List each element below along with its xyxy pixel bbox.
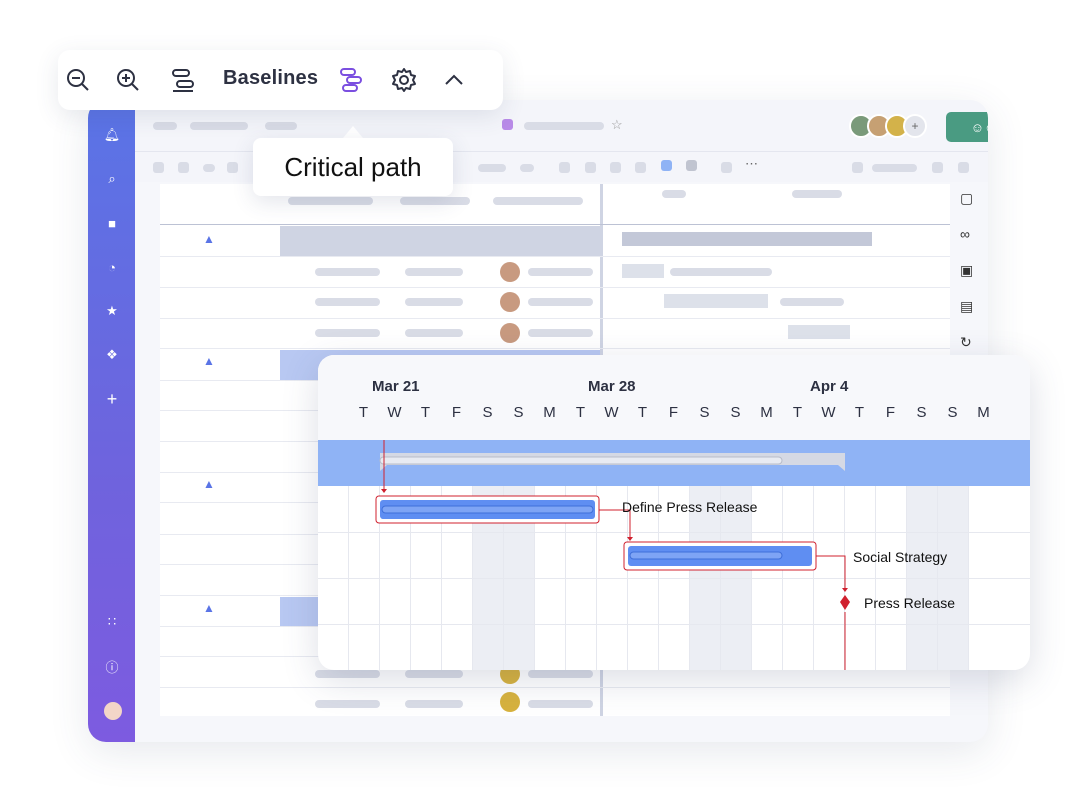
tooltip-arrow xyxy=(343,126,363,138)
dependency-line xyxy=(815,555,846,588)
critical-path-icon[interactable] xyxy=(339,67,365,93)
comment-icon[interactable]: ▢ xyxy=(960,190,973,207)
search-icon[interactable]: ⌕ xyxy=(104,171,120,187)
bell-icon[interactable]: ▲ xyxy=(203,601,215,615)
baselines-label[interactable]: Baselines xyxy=(223,67,318,90)
bell-icon[interactable]: ▲ xyxy=(203,232,215,246)
doc-icon xyxy=(502,119,513,130)
critical-path-tooltip: Critical path xyxy=(253,138,453,196)
avatar xyxy=(500,292,520,312)
baselines-icon[interactable] xyxy=(170,67,196,93)
sidebar: 🔔︎ ⌕ ■ ◔ ★ ❖ + ∷ ⓘ xyxy=(88,100,135,742)
more-icon[interactable]: ⋯ xyxy=(745,156,758,172)
add-icon[interactable]: + xyxy=(104,389,120,409)
clock-icon[interactable]: ◔ xyxy=(104,259,120,275)
star-outline-icon[interactable]: ☆ xyxy=(611,117,623,133)
avatar xyxy=(500,323,520,343)
apps-icon[interactable]: ❖ xyxy=(104,347,120,363)
bell-icon[interactable]: 🔔︎ xyxy=(104,127,121,143)
zoom-out-icon[interactable] xyxy=(65,67,91,93)
sync-icon[interactable]: ↻ xyxy=(960,334,972,351)
user-avatar[interactable] xyxy=(104,702,122,720)
stage: 🔔︎ ⌕ ■ ◔ ★ ❖ + ∷ ⓘ ☆ + ☺☺ xyxy=(0,0,1080,810)
task-label: Social Strategy xyxy=(853,549,948,565)
task-label: Press Release xyxy=(864,595,956,611)
zoom-in-icon[interactable] xyxy=(115,67,141,93)
avatar xyxy=(500,692,520,712)
link-icon[interactable]: ∞ xyxy=(960,226,970,242)
add-member-icon[interactable]: + xyxy=(903,114,927,138)
avatar xyxy=(500,262,520,282)
share-button[interactable]: ☺☺ xyxy=(946,112,988,142)
wallet-icon[interactable]: ▣ xyxy=(960,262,973,279)
task-label: Define Press Release xyxy=(622,499,758,515)
bell-icon[interactable]: ▲ xyxy=(203,354,215,368)
help-icon[interactable]: ⓘ xyxy=(104,658,120,675)
bell-icon[interactable]: ▲ xyxy=(203,477,215,491)
summary-progress xyxy=(379,456,783,465)
milestone-diamond xyxy=(840,595,850,610)
chevron-up-icon[interactable] xyxy=(441,67,467,93)
star-icon[interactable]: ★ xyxy=(104,303,120,319)
folder-icon[interactable]: ■ xyxy=(104,215,120,231)
gear-icon[interactable] xyxy=(391,67,417,93)
side-tools: ▢ ∞ ▣ ▤ ↻ xyxy=(950,184,988,384)
gantt-chart: Mar 21 Mar 28 Apr 4 TWTFSSMTWTFSSMTWTFSS… xyxy=(318,355,1030,670)
export-icon[interactable]: ▤ xyxy=(960,298,973,315)
grid-icon[interactable]: ∷ xyxy=(104,614,120,630)
gantt-toolbar: Baselines xyxy=(58,50,503,110)
